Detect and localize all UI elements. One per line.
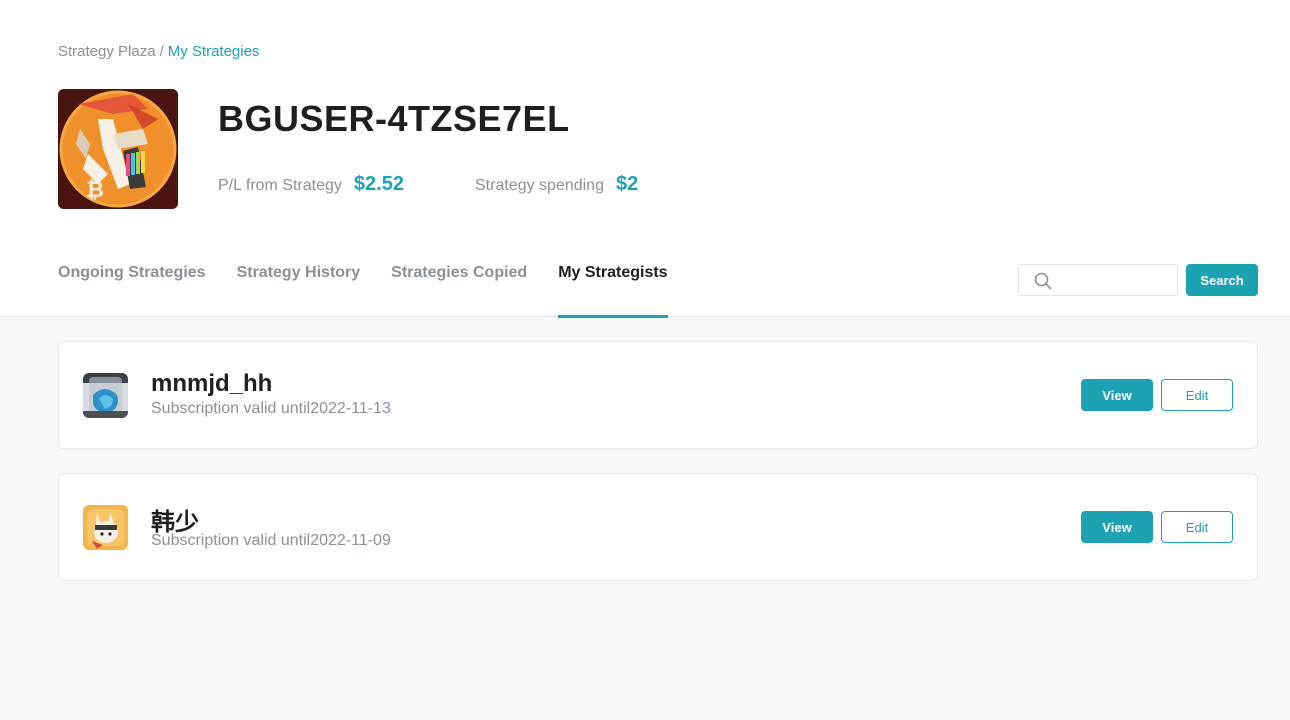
svg-text:₿: ₿ — [86, 178, 104, 203]
spending-value: $2 — [615, 173, 639, 195]
breadcrumb-separator: / — [159, 43, 164, 60]
breadcrumb-my-strategies[interactable]: My Strategies — [168, 43, 260, 60]
strategist-avatar — [83, 373, 128, 418]
strategist-avatar — [83, 505, 128, 550]
strategist-card: mnmjd_hh Subscription valid until2022-11… — [58, 341, 1258, 449]
pl-stat: P/L from Strategy $2.52 — [218, 173, 404, 196]
edit-button[interactable]: Edit — [1161, 511, 1233, 543]
profile-avatar: ₿ — [58, 89, 178, 209]
breadcrumb: Strategy Plaza / My Strategies — [58, 43, 259, 60]
tab-my-strategists[interactable]: My Strategists — [558, 264, 668, 318]
pl-label: P/L from Strategy — [218, 177, 342, 194]
search-button[interactable]: Search — [1186, 264, 1258, 296]
subscription-validity: Subscription valid until2022-11-13 — [151, 400, 391, 417]
subscription-validity: Subscription valid until2022-11-09 — [151, 532, 391, 549]
spending-stat: Strategy spending $2 — [475, 173, 638, 196]
strategist-name: mnmjd_hh — [151, 370, 273, 397]
strategist-card: 韩少 Subscription valid until2022-11-09 Vi… — [58, 473, 1258, 581]
tab-strategies-copied[interactable]: Strategies Copied — [391, 264, 527, 317]
strategy-tabs: Ongoing Strategies Strategy History Stra… — [58, 264, 699, 318]
tab-strategy-history[interactable]: Strategy History — [237, 264, 361, 317]
search-input[interactable] — [1059, 269, 1171, 291]
profile-username: BGUSER-4TZSE7EL — [218, 98, 570, 139]
view-button[interactable]: View — [1081, 379, 1153, 411]
page-header: Strategy Plaza / My Strategies ₿ BGUSER-4T… — [0, 0, 1290, 318]
edit-button[interactable]: Edit — [1161, 379, 1233, 411]
pl-value: $2.52 — [353, 173, 404, 195]
search-box — [1018, 264, 1178, 296]
strategist-list: mnmjd_hh Subscription valid until2022-11… — [58, 341, 1258, 605]
spending-label: Strategy spending — [475, 177, 604, 194]
search-icon — [1034, 272, 1052, 295]
tab-ongoing-strategies[interactable]: Ongoing Strategies — [58, 264, 206, 317]
view-button[interactable]: View — [1081, 511, 1153, 543]
breadcrumb-strategy-plaza[interactable]: Strategy Plaza — [58, 43, 156, 60]
